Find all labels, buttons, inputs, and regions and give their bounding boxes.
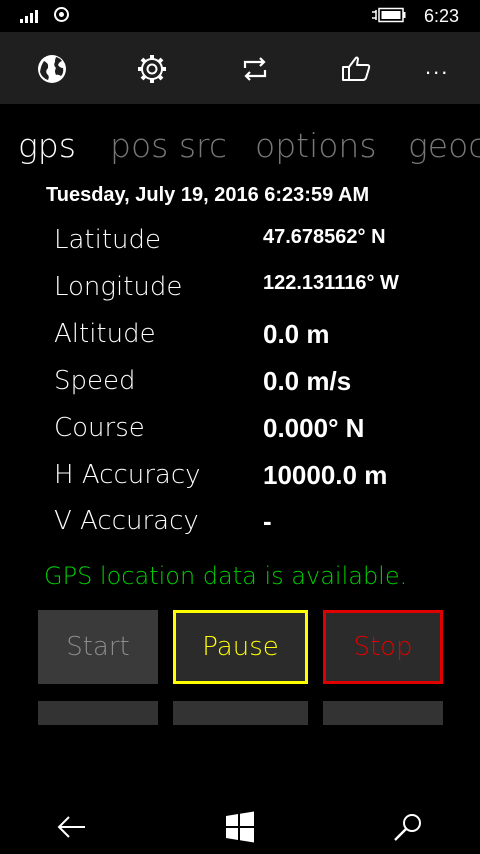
latitude-value: 47.678562° N bbox=[263, 226, 386, 248]
gear-icon bbox=[138, 55, 166, 83]
like-button[interactable] bbox=[336, 49, 376, 89]
altitude-label: Altitude bbox=[54, 319, 156, 349]
pause-button[interactable]: Pause bbox=[173, 610, 308, 684]
tab-geoc[interactable]: geoc bbox=[408, 126, 480, 165]
course-label: Course bbox=[54, 413, 145, 443]
system-nav-bar bbox=[0, 798, 480, 854]
pause-indicator-bar bbox=[173, 701, 308, 725]
course-value: 0.000° N bbox=[263, 413, 365, 443]
thumbs-up-icon bbox=[342, 56, 371, 81]
longitude-value: 122.131116° W bbox=[263, 272, 399, 294]
repeat-icon bbox=[243, 57, 267, 81]
app-bar: ... bbox=[0, 32, 480, 104]
v-accuracy-label: V Accuracy bbox=[54, 506, 199, 536]
start-indicator-bar bbox=[38, 701, 158, 725]
status-bar: 6:23 bbox=[0, 0, 480, 32]
repeat-button[interactable] bbox=[235, 49, 275, 89]
stop-indicator-bar bbox=[323, 701, 443, 725]
globe-icon bbox=[38, 55, 66, 83]
tab-options[interactable]: options bbox=[255, 126, 377, 165]
v-accuracy-value: - bbox=[263, 506, 272, 536]
gps-status-message: GPS location data is available. bbox=[44, 562, 408, 590]
battery-charging-icon bbox=[372, 7, 406, 23]
settings-button[interactable] bbox=[132, 49, 172, 89]
tab-pos-src[interactable]: pos src bbox=[110, 126, 227, 165]
speed-value: 0.0 m/s bbox=[263, 366, 352, 396]
windows-start-icon[interactable] bbox=[223, 810, 257, 844]
datetime-readout: Tuesday, July 19, 2016 6:23:59 AM bbox=[46, 184, 370, 206]
h-accuracy-value: 10000.0 m bbox=[263, 460, 388, 490]
h-accuracy-label: H Accuracy bbox=[54, 460, 201, 490]
status-time: 6:23 bbox=[424, 6, 460, 26]
longitude-label: Longitude bbox=[54, 272, 183, 302]
back-icon[interactable] bbox=[55, 810, 89, 844]
stop-button[interactable]: Stop bbox=[323, 610, 443, 684]
more-options-button[interactable]: ... bbox=[425, 54, 449, 80]
speed-label: Speed bbox=[54, 366, 136, 396]
location-indicator-icon bbox=[54, 7, 69, 22]
pivot-tabs: gps pos src options geoc bbox=[0, 126, 480, 176]
latitude-label: Latitude bbox=[54, 225, 162, 255]
altitude-value: 0.0 m bbox=[263, 319, 330, 349]
start-button[interactable]: Start bbox=[38, 610, 158, 684]
signal-strength-icon bbox=[20, 9, 42, 23]
search-icon[interactable] bbox=[391, 810, 425, 844]
globe-button[interactable] bbox=[32, 49, 72, 89]
tab-gps[interactable]: gps bbox=[18, 126, 76, 165]
